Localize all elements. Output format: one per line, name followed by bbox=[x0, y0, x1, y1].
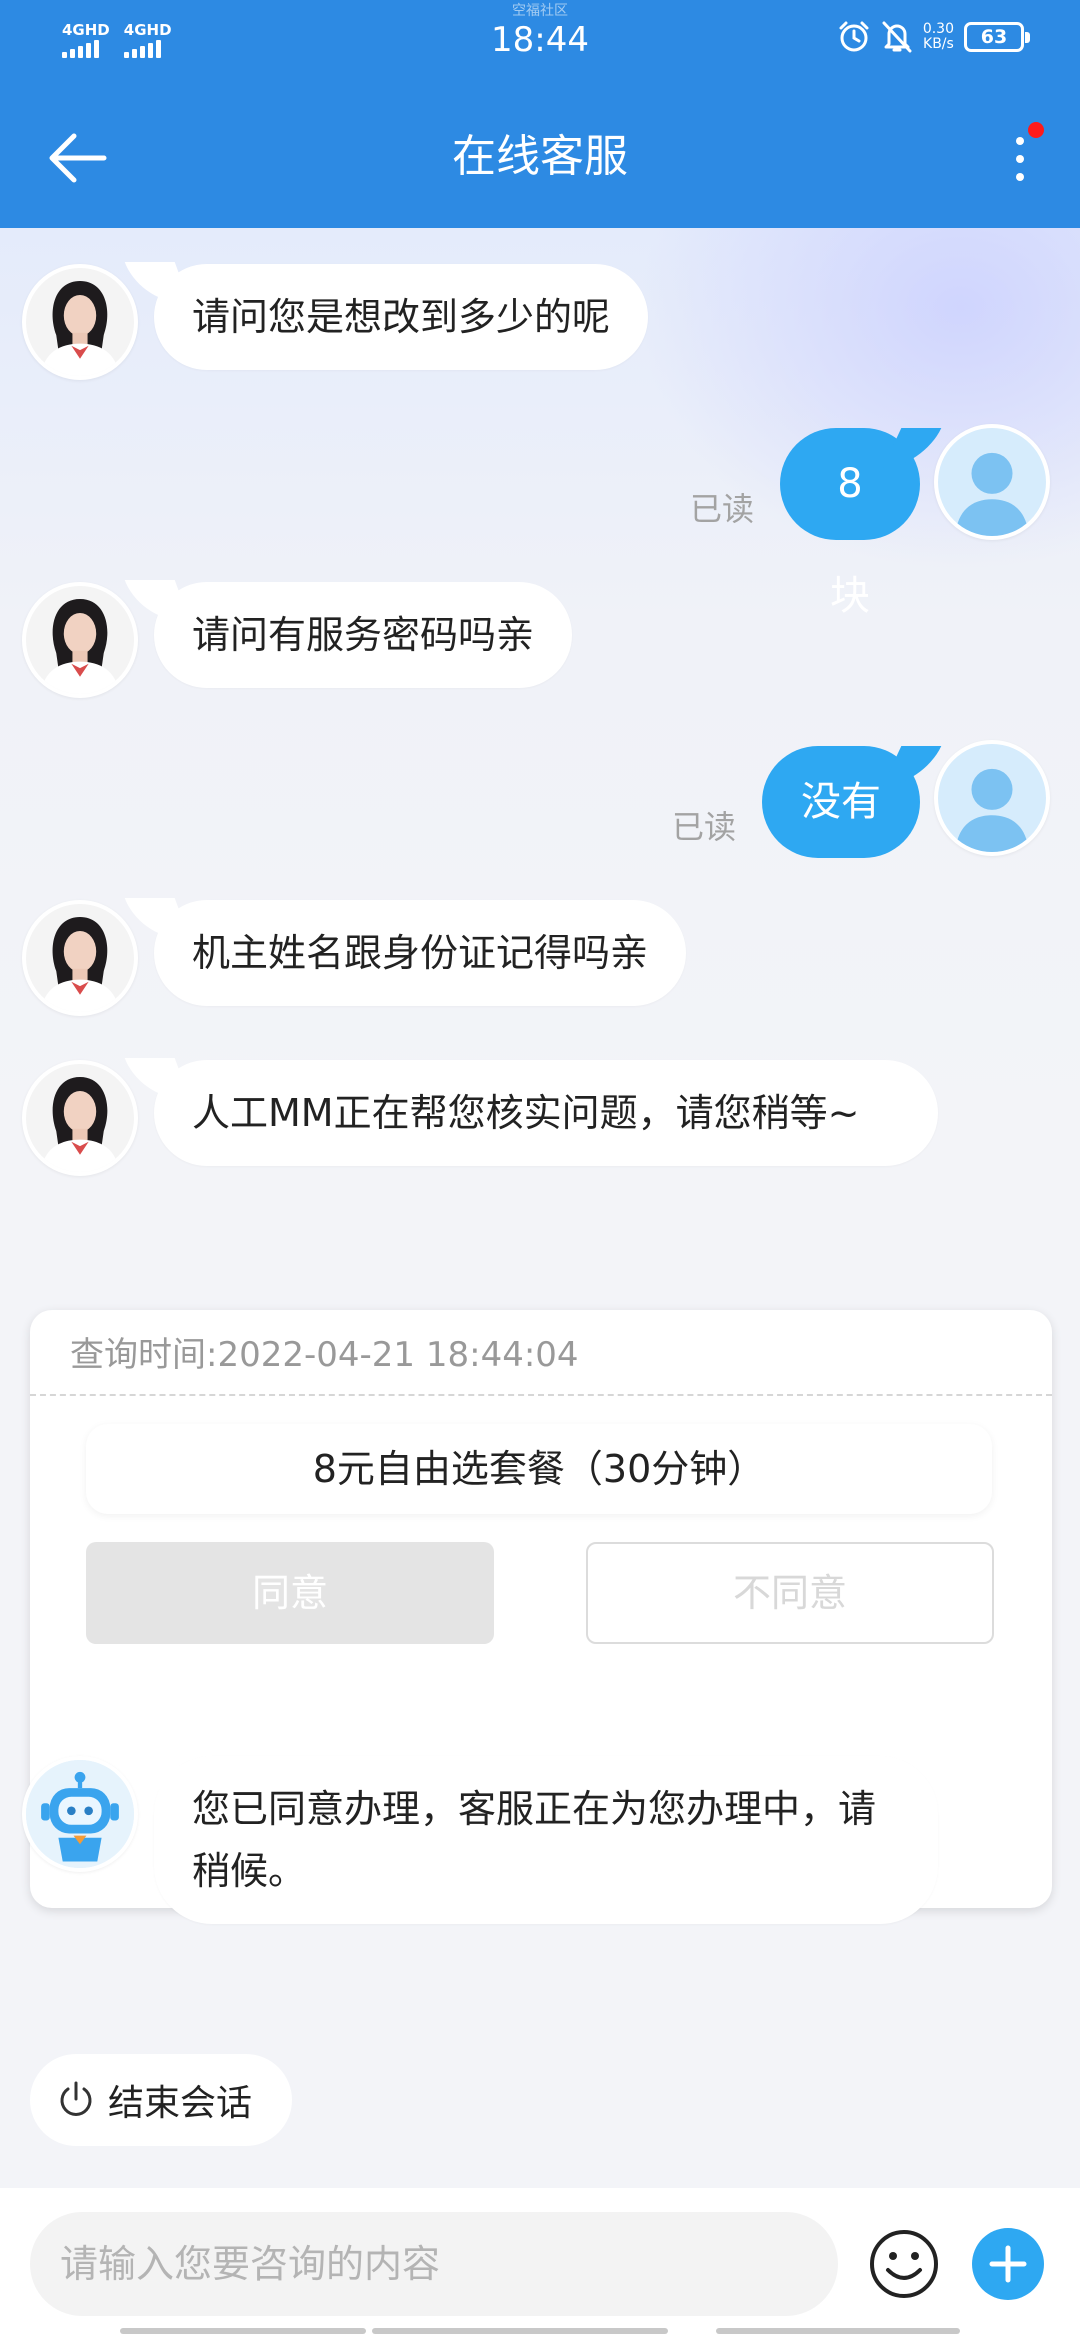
gesture-bar bbox=[716, 2328, 960, 2334]
plus-icon[interactable] bbox=[972, 2228, 1044, 2300]
end-session-button[interactable]: 结束会话 bbox=[30, 2054, 292, 2146]
end-session-label: 结束会话 bbox=[108, 2083, 253, 2124]
battery-level: 63 bbox=[980, 26, 1008, 48]
agent-message: 人工MM正在帮您核实问题，请您稍等~ bbox=[154, 1060, 938, 1166]
agent-avatar bbox=[22, 582, 138, 698]
package-name: 8元自由选套餐（30分钟） bbox=[86, 1424, 992, 1514]
status-watermark: 空福社区 bbox=[512, 3, 568, 19]
user-avatar bbox=[934, 424, 1050, 540]
bot-message: 您已同意办理，客服正在为您办理中，请稍候。 bbox=[154, 1756, 938, 1924]
status-bar: 4GHD 4GHD 空福社区 18:44 0.30 KB/s 63 bbox=[0, 0, 1080, 80]
agent-message: 机主姓名跟身份证记得吗亲 bbox=[154, 900, 687, 1006]
app-header: 在线客服 bbox=[0, 80, 1080, 228]
input-bar: 请输入您要咨询的内容 bbox=[0, 2188, 1080, 2340]
gesture-bar bbox=[372, 2328, 668, 2334]
gesture-bar bbox=[120, 2328, 366, 2334]
user-avatar bbox=[934, 740, 1050, 856]
user-message: 8块 bbox=[780, 428, 920, 619]
chat-screen: 4GHD 4GHD 空福社区 18:44 0.30 KB/s 63 在线客服 请… bbox=[0, 0, 1080, 2340]
agent-avatar bbox=[22, 1060, 138, 1176]
read-status: 已读 bbox=[690, 490, 755, 528]
network-speed: 0.30 KB/s bbox=[922, 21, 954, 52]
query-time: 查询时间:2022-04-21 18:44:04 bbox=[70, 1335, 579, 1375]
power-icon bbox=[60, 2081, 92, 2116]
status-icons: 0.30 KB/s 63 bbox=[837, 20, 1030, 54]
agent-avatar bbox=[22, 900, 138, 1016]
message-input[interactable]: 请输入您要咨询的内容 bbox=[30, 2212, 838, 2316]
agent-avatar bbox=[22, 264, 138, 380]
message-list[interactable]: 请问您是想改到多少的呢 已读 8块 请问有服务密码吗亲 已读 没有 机主姓名跟身… bbox=[0, 228, 1080, 2188]
agree-button[interactable]: 同意 bbox=[86, 1542, 494, 1644]
mute-icon bbox=[881, 20, 913, 54]
divider bbox=[30, 1394, 1052, 1396]
user-message: 没有 bbox=[762, 746, 920, 858]
page-title: 在线客服 bbox=[452, 131, 628, 182]
notification-dot bbox=[1028, 122, 1044, 138]
agent-message: 请问您是想改到多少的呢 bbox=[154, 264, 649, 370]
agent-message: 请问有服务密码吗亲 bbox=[154, 582, 573, 688]
emoji-icon[interactable] bbox=[868, 2228, 940, 2300]
alarm-icon bbox=[837, 20, 871, 54]
bot-avatar bbox=[22, 1756, 138, 1872]
battery-icon: 63 bbox=[964, 22, 1030, 52]
disagree-button[interactable]: 不同意 bbox=[586, 1542, 994, 1644]
read-status: 已读 bbox=[672, 808, 737, 846]
